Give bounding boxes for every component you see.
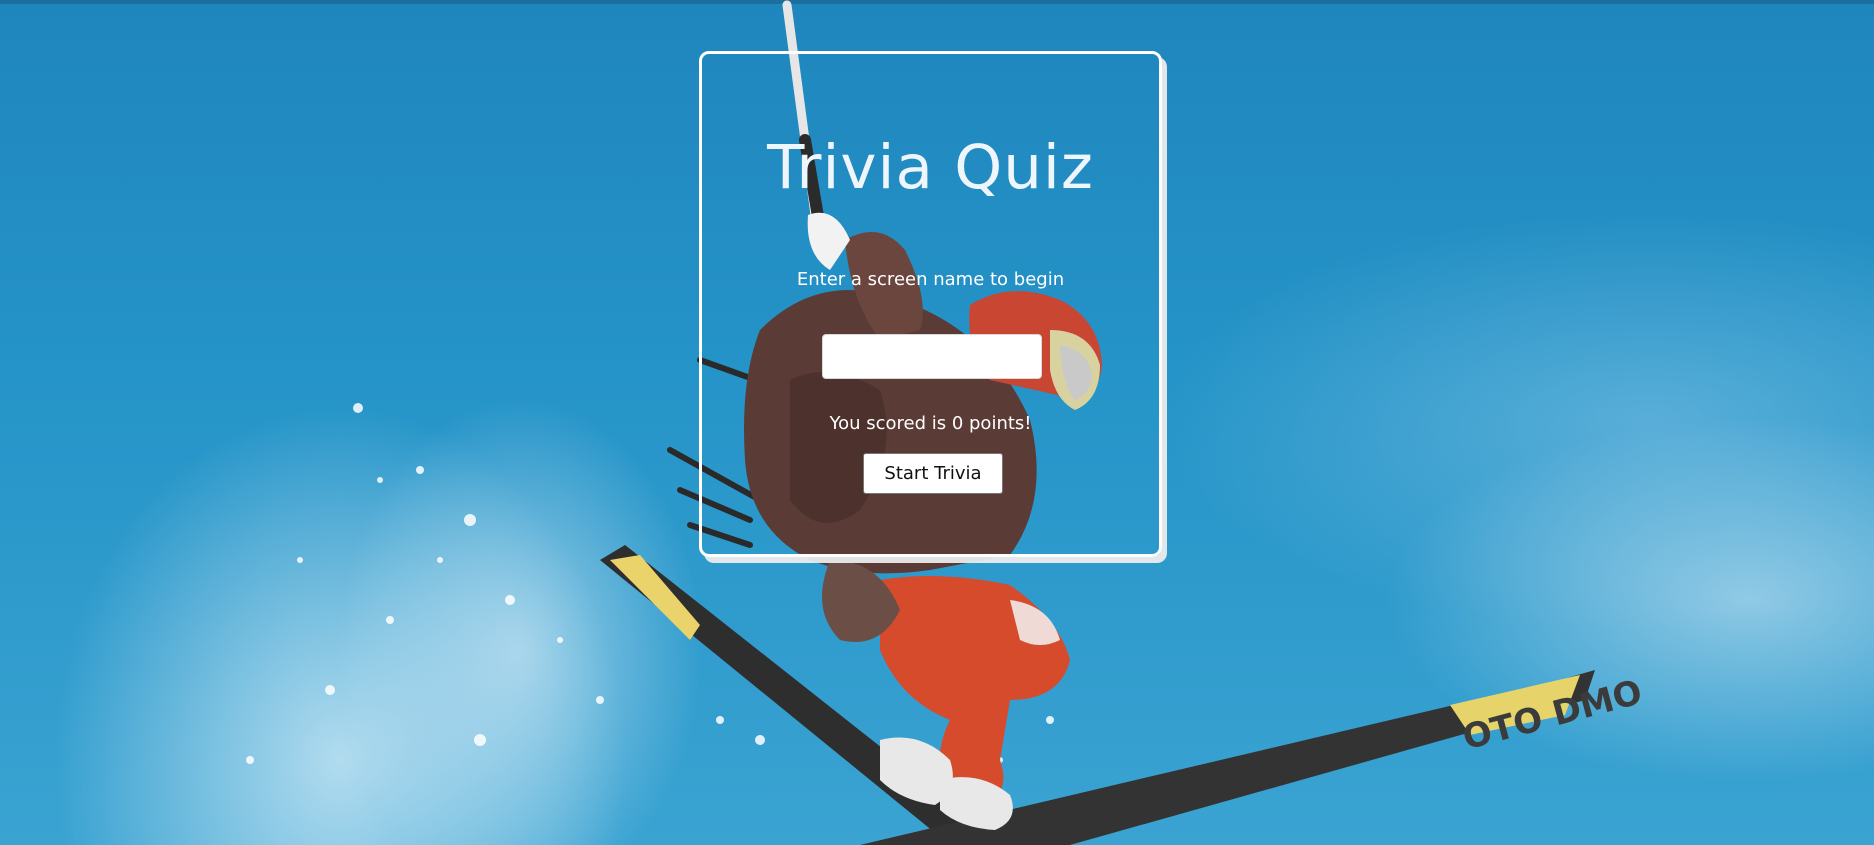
screen-name-input[interactable] (822, 334, 1042, 379)
skis: OTO DMO (600, 545, 1646, 845)
score-text: You scored is 0 points! (829, 413, 1032, 434)
quiz-card: Trivia Quiz Enter a screen name to begin… (699, 51, 1162, 557)
app-screen: OTO DMO Trivia Quiz Enter a screen name … (0, 0, 1874, 845)
screen-name-prompt: Enter a screen name to begin (796, 269, 1065, 290)
page-title: Trivia Quiz (767, 132, 1094, 203)
start-trivia-button[interactable]: Start Trivia (863, 453, 1003, 494)
